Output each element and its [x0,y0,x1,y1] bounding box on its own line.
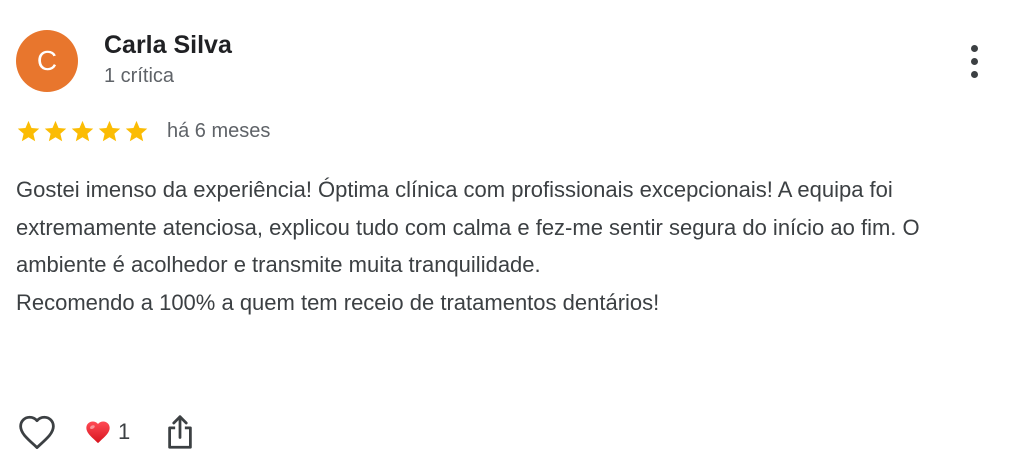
star-rating [16,119,149,144]
rating-row: há 6 meses [16,114,270,148]
reaction-summary[interactable]: 1 [84,419,130,445]
share-button[interactable] [162,411,198,453]
share-icon [168,415,193,449]
avatar[interactable]: C [16,30,78,92]
red-heart-icon [86,421,110,444]
review-paragraph: Recomendo a 100% a quem tem receio de tr… [16,289,660,315]
review-paragraph: Gostei imenso da experiência! Óptima clí… [16,177,920,277]
more-vertical-icon-dot [970,70,978,78]
review-date: há 6 meses [167,119,271,142]
reviewer-review-count[interactable]: 1 crítica [104,63,174,89]
star-icon [17,120,40,141]
review-actions: 1 [16,410,198,454]
more-vertical-icon [970,44,978,52]
star-icon [71,120,94,141]
reaction-count: 1 [118,419,131,444]
star-icon [44,120,67,141]
avatar-initial: C [36,45,58,76]
star-icon [98,120,121,141]
like-button[interactable] [16,411,58,453]
more-options-button[interactable] [956,38,992,84]
star-icon [125,120,148,141]
review-text: Gostei imenso da experiência! Óptima clí… [16,171,1006,321]
more-vertical-icon-dot [970,57,978,65]
heart-outline-icon [19,415,55,449]
reviewer-name[interactable]: Carla Silva [104,30,232,60]
review-card: C Carla Silva 1 crítica há 6 meses Goste… [0,0,1020,476]
